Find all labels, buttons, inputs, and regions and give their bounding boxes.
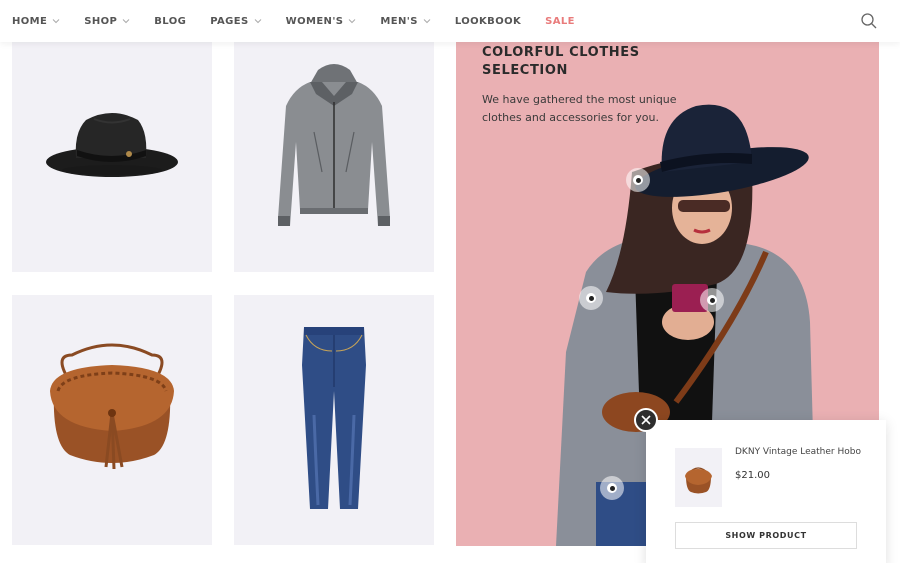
product-tile-hat[interactable] [12, 22, 212, 272]
nav-item-blog[interactable]: BLOG [154, 16, 186, 27]
lookbook-title: COLORFUL CLOTHES SELECTION [482, 45, 640, 78]
hat-image [46, 113, 178, 177]
nav-item-shop[interactable]: SHOP [84, 16, 130, 27]
close-icon [641, 415, 651, 425]
nav-item-sale[interactable]: SALE [545, 16, 575, 27]
product-tile-jeans[interactable] [234, 295, 434, 545]
product-tile-jacket[interactable] [234, 22, 434, 272]
hotspot-jacket[interactable] [579, 286, 603, 310]
chevron-down-icon [52, 19, 60, 24]
nav-label: LOOKBOOK [454, 15, 522, 27]
bag-image [50, 343, 174, 470]
nav-label: HOME [12, 15, 48, 27]
nav-label: WOMEN'S [285, 15, 344, 27]
hotspot-hat[interactable] [626, 168, 650, 192]
chevron-down-icon [423, 19, 431, 24]
search-icon[interactable] [860, 12, 878, 30]
nav-item-lookbook[interactable]: LOOKBOOK [455, 16, 521, 27]
lookbook-description: We have gathered the most unique clothes… [482, 93, 677, 124]
nav-item-mens[interactable]: MEN'S [380, 15, 431, 27]
popup-product-name[interactable]: DKNY Vintage Leather Hobo [735, 447, 861, 457]
nav-item-womens[interactable]: WOMEN'S [286, 16, 357, 27]
bag-thumbnail-image [685, 467, 712, 494]
nav-label: BLOG [154, 15, 187, 27]
chevron-down-icon [349, 19, 356, 24]
nav-menu: HOME SHOP BLOG PAGES WOMEN'S MEN'S LOOKB… [12, 0, 599, 42]
nav-label: MEN'S [380, 15, 418, 27]
nav-item-home[interactable]: HOME [12, 16, 60, 27]
hotspot-jeans[interactable] [600, 476, 624, 500]
show-product-button[interactable]: SHOW PRODUCT [675, 522, 857, 549]
nav-label: PAGES [210, 15, 249, 27]
popup-product-thumbnail[interactable] [675, 448, 722, 507]
chevron-down-icon [254, 19, 261, 24]
page: HOME SHOP BLOG PAGES WOMEN'S MEN'S LOOKB… [0, 0, 900, 563]
top-navigation: HOME SHOP BLOG PAGES WOMEN'S MEN'S LOOKB… [0, 0, 900, 42]
nav-label: SHOP [84, 15, 118, 27]
jeans-image [302, 327, 366, 509]
chevron-down-icon [122, 19, 130, 24]
product-tile-bag[interactable] [12, 295, 212, 545]
nav-item-pages[interactable]: PAGES [210, 16, 261, 27]
nav-label: SALE [545, 15, 575, 27]
close-popup-button[interactable] [634, 408, 658, 432]
jacket-image [278, 64, 390, 226]
hotspot-phone[interactable] [700, 288, 724, 312]
product-popup: DKNY Vintage Leather Hobo $21.00 SHOW PR… [646, 420, 886, 563]
popup-product-price: $21.00 [735, 470, 770, 481]
